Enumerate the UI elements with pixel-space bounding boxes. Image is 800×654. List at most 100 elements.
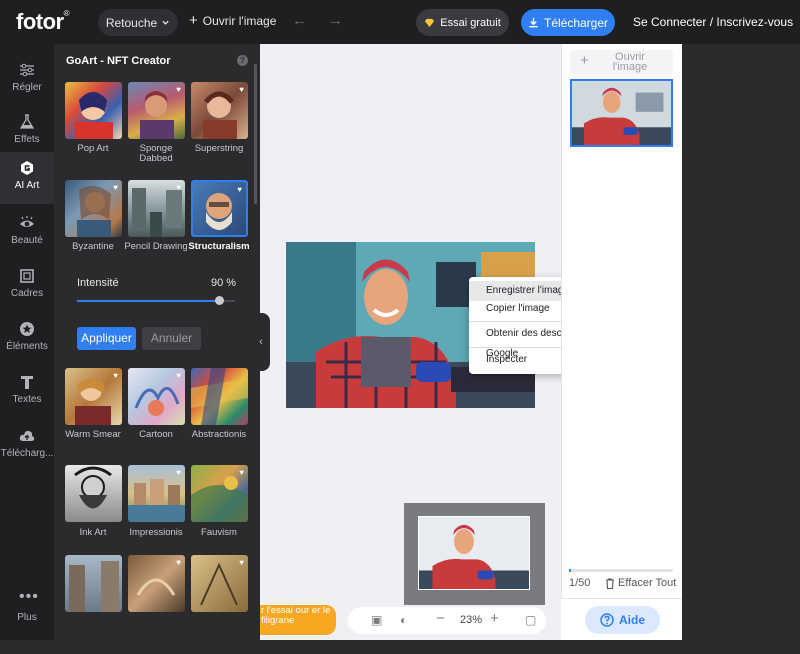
intensity-slider[interactable] (77, 300, 235, 302)
nav-label-regler: Régler (12, 82, 42, 93)
nav-item-beaute[interactable]: Beauté (0, 207, 54, 259)
style-label-pencil-drawing: Pencil Drawing (124, 241, 188, 252)
trash-icon (606, 577, 614, 589)
redo-arrow-icon[interactable]: → (328, 12, 343, 29)
premium-heart-icon: ♥ (113, 371, 118, 380)
retouche-dropdown[interactable]: Retouche (98, 9, 178, 36)
style-label-superstring: Superstring (194, 143, 244, 154)
intensity-value: 90 % (211, 277, 237, 289)
undo-arrow-icon[interactable]: ← (292, 12, 307, 29)
nav-item-effets[interactable]: Effets (0, 106, 54, 158)
style-thumb-byzantine[interactable]: ♥ (65, 180, 122, 237)
style-thumb-warm-smear[interactable]: ♥ (65, 368, 122, 425)
free-trial-button[interactable]: Essai gratuit (416, 9, 509, 36)
panel-scrollbar[interactable] (254, 64, 257, 204)
clear-all-button[interactable]: Effacer Tout (605, 577, 676, 589)
style-thumb-impressionism[interactable]: ♥ (128, 465, 185, 522)
nav-label-plus: Plus (17, 612, 37, 623)
zoom-out-icon[interactable]: − (436, 610, 445, 627)
image-icon[interactable]: ▣ (371, 613, 382, 627)
nav-label-effets: Effets (14, 134, 40, 145)
chevron-down-icon (162, 20, 169, 25)
sliders-icon (20, 63, 34, 77)
style-label-ink-art: Ink Art (79, 527, 107, 538)
nav-label-elements: Éléments (6, 341, 48, 352)
text-icon (21, 376, 33, 389)
style-label-pop-art: Pop Art (77, 143, 109, 154)
style-thumb-row5-2[interactable]: ♥ (128, 555, 185, 612)
style-thumb-superstring[interactable]: ♥ (191, 82, 248, 139)
diamond-icon (425, 18, 435, 27)
nav-item-telecharger[interactable]: Télécharg... (0, 420, 54, 472)
nav-item-textes[interactable]: Textes (0, 366, 54, 418)
chevron-left-icon: ‹ (259, 336, 263, 348)
nav-item-cadres[interactable]: Cadres (0, 260, 54, 312)
premium-heart-icon: ♥ (176, 85, 181, 94)
nav-item-elements[interactable]: Éléments (0, 313, 54, 365)
retouche-label: Retouche (105, 15, 158, 30)
premium-heart-icon: ♥ (239, 468, 244, 477)
style-thumb-structuralism[interactable]: ♥ (191, 180, 248, 237)
premium-heart-icon: ♥ (113, 183, 118, 192)
minimap-viewport[interactable] (418, 516, 530, 590)
style-label-structuralism: Structuralism (188, 241, 250, 252)
help-icon[interactable]: ? (237, 55, 248, 66)
style-label-warm-smear: Warm Smear (65, 429, 121, 440)
nav-label-textes: Textes (12, 394, 42, 405)
style-thumb-row5-3[interactable]: ♥ (191, 555, 248, 612)
style-thumb-cartoon[interactable]: ♥ (128, 368, 185, 425)
download-button[interactable]: Télécharger (521, 9, 615, 36)
pop-art-preview (75, 92, 113, 139)
nav-label-beaute: Beauté (11, 235, 43, 246)
style-thumb-sponge-dabbed[interactable]: ♥ (128, 82, 185, 139)
premium-heart-icon: ♥ (239, 85, 244, 94)
download-label: Télécharger (543, 15, 609, 30)
fit-screen-icon[interactable]: ▢ (525, 613, 536, 627)
ai-icon (21, 161, 33, 175)
premium-heart-icon: ♥ (176, 183, 181, 192)
login-signup-link[interactable]: Se Connecter / Inscrivez-vous (633, 15, 793, 29)
download-icon (529, 17, 538, 28)
cloud-upload-icon (19, 430, 35, 441)
open-image-button[interactable]: + Ouvrir l'image (189, 12, 277, 29)
star-icon (20, 322, 34, 336)
premium-heart-icon: ♥ (237, 185, 242, 194)
watermark-trial-banner[interactable]: r l'essai our er le filigrane (260, 605, 336, 635)
intensity-slider-knob[interactable] (215, 296, 225, 305)
style-thumb-pop-art[interactable] (65, 82, 122, 139)
apply-button[interactable]: Appliquer (77, 327, 136, 350)
style-thumb-pencil-drawing[interactable]: ♥ (128, 180, 185, 237)
window-right-margin (682, 44, 800, 640)
fotor-logo[interactable]: fotor® (16, 9, 70, 35)
zoom-toolbar: ▣ ◐ − 23% + ▢ (348, 607, 546, 634)
intensity-slider-fill (77, 300, 220, 302)
nav-item-regler[interactable]: Régler (0, 54, 54, 106)
premium-heart-icon: ♥ (176, 558, 181, 567)
style-thumb-fauvism[interactable]: ♥ (191, 465, 248, 522)
cancel-button[interactable]: Annuler (142, 327, 201, 350)
style-label-abstractionism: Abstractionis (191, 429, 247, 440)
ink-art-preview (74, 466, 112, 509)
image-history-thumb[interactable] (570, 79, 673, 147)
open-image-right-button[interactable]: + Ouvrir l'image (570, 50, 673, 74)
zoom-in-icon[interactable]: + (490, 610, 499, 627)
premium-heart-icon: ♥ (239, 558, 244, 567)
premium-heart-icon: ♥ (176, 468, 181, 477)
compare-icon[interactable]: ◐ (400, 613, 407, 627)
nav-label-ai-art: AI Art (14, 180, 40, 191)
help-label: Aide (618, 613, 645, 627)
free-trial-label: Essai gratuit (440, 16, 501, 29)
help-button[interactable]: Aide (585, 606, 660, 634)
left-nav: Régler Effets AI Art Beauté Cadres Éléme… (0, 44, 54, 640)
style-thumb-ink-art[interactable] (65, 465, 122, 522)
plus-icon: + (189, 12, 198, 29)
nav-item-ai-art[interactable]: AI Art (0, 152, 54, 204)
nav-item-plus[interactable]: ••• Plus (0, 584, 54, 636)
open-image-label: Ouvrir l'image (202, 14, 277, 28)
frame-icon (20, 269, 34, 283)
collapse-panel-button[interactable]: ‹ (252, 313, 270, 371)
style-label-byzantine: Byzantine (72, 241, 114, 252)
style-thumb-abstractionism[interactable] (191, 368, 248, 425)
top-bar: fotor® Retouche + Ouvrir l'image ← → Ess… (0, 0, 800, 44)
style-thumb-row5-1[interactable] (65, 555, 122, 612)
